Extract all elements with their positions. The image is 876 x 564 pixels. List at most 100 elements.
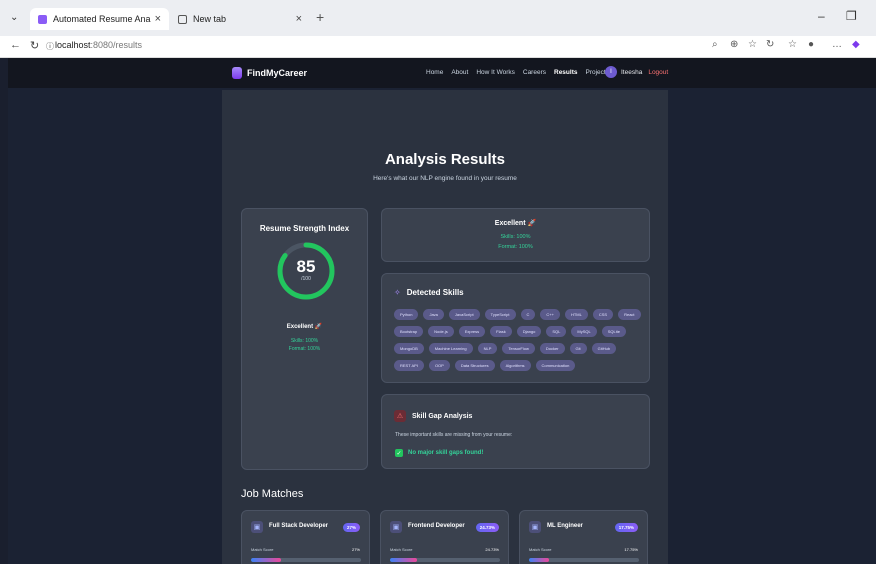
skill-chip-list: Python Java JavaScript TypeScript C C++ HTML CS… xyxy=(394,309,644,371)
match-badge: 27% xyxy=(342,523,360,532)
job-matches-title: Job Matches xyxy=(241,488,304,500)
strength-skills: Skills: 100% xyxy=(290,338,319,344)
strength-grade: Excellent 🚀 xyxy=(286,324,323,330)
score-value: 85 xyxy=(296,257,316,276)
browser-tab-bar: ⌄ Automated Resume Analysis & Sk × New t… xyxy=(0,0,876,36)
match-score-label: Match Score xyxy=(529,547,552,552)
gap-header: ⚠ Skill Gap Analysis xyxy=(394,410,472,422)
gap-title: Skill Gap Analysis xyxy=(412,412,473,420)
no-gaps-text: No major skill gaps found! xyxy=(408,450,484,456)
skill-chip: Node.js xyxy=(428,326,454,337)
url-host: localhost xyxy=(55,40,91,50)
address-bar: ← ↻ ⓘ localhost:8080/results ⌕ ⊕ ☆ ↻ ☆ ●… xyxy=(0,36,876,58)
skill-chip: MongoDB xyxy=(394,343,424,354)
new-tab-button[interactable]: + xyxy=(316,9,324,25)
match-score-label: Match Score xyxy=(251,547,274,552)
nav-how-it-works[interactable]: How It Works xyxy=(476,69,515,76)
new-tab-page-icon xyxy=(178,14,187,24)
refresh-alt-icon[interactable]: ↻ xyxy=(766,39,774,50)
app-navbar: FindMyCareer Home About How It Works Car… xyxy=(8,58,876,88)
match-score-value: 27% xyxy=(351,547,360,552)
score-max: /100 xyxy=(301,276,311,282)
skill-gap-card: ⚠ Skill Gap Analysis These important ski… xyxy=(381,394,650,469)
page-title: Analysis Results xyxy=(384,151,506,168)
minimize-button[interactable]: – xyxy=(818,9,825,23)
sparkle-icon: ✧ xyxy=(394,288,401,297)
job-card[interactable]: ▣ Full Stack Developer 27% Match Score 2… xyxy=(241,510,370,564)
more-menu-icon[interactable]: … xyxy=(832,39,842,50)
nav-careers[interactable]: Careers xyxy=(523,69,546,76)
tab-label: New tab xyxy=(193,14,227,24)
check-icon: ✓ xyxy=(395,449,403,457)
job-card[interactable]: ▣ ML Engineer 17.75% Match Score 17.75% xyxy=(519,510,648,564)
skill-chip: TypeScript xyxy=(484,309,516,320)
summary-format: Format: 100% xyxy=(498,244,533,250)
summary-skills: Skills: 100% xyxy=(500,234,531,240)
tab-automated-resume[interactable]: Automated Resume Analysis & Sk × xyxy=(30,8,169,30)
favorite-star-icon[interactable]: ☆ xyxy=(748,39,757,50)
match-progress-bar xyxy=(529,558,639,562)
summary-card: Excellent 🚀 Skills: 100% Format: 100% xyxy=(381,208,650,262)
site-info-icon[interactable]: ⓘ xyxy=(46,41,54,52)
match-score-value: 17.75% xyxy=(624,547,638,552)
url-field[interactable]: localhost:8080/results xyxy=(55,40,142,50)
job-name: Frontend Developer xyxy=(408,523,465,529)
briefcase-icon: ▣ xyxy=(251,521,263,533)
profile-icon[interactable]: ● xyxy=(808,39,814,50)
copilot-icon[interactable]: ◆ xyxy=(852,39,860,50)
match-progress-bar xyxy=(390,558,500,562)
no-gaps-message: ✓ No major skill gaps found! xyxy=(395,449,483,457)
brand-logo[interactable]: FindMyCareer xyxy=(232,67,307,79)
skill-chip: Django xyxy=(516,326,542,337)
strength-format: Format: 100% xyxy=(288,346,321,352)
restore-button[interactable]: ❐ xyxy=(846,9,857,23)
skills-header: ✧ Detected Skills xyxy=(394,288,464,297)
briefcase-icon: ▣ xyxy=(529,521,541,533)
tab-new-tab[interactable]: New tab × xyxy=(170,8,310,30)
job-name: ML Engineer xyxy=(547,523,583,529)
skill-chip: MySQL xyxy=(571,326,597,337)
skill-chip: Bootstrap xyxy=(394,326,424,337)
skill-chip: HTML xyxy=(564,309,588,320)
nav-about[interactable]: About xyxy=(451,69,468,76)
match-score-value: 24.73% xyxy=(485,547,499,552)
skills-title: Detected Skills xyxy=(406,288,464,297)
nav-results[interactable]: Results xyxy=(554,69,577,76)
skill-chip: OOP xyxy=(428,360,450,371)
url-path: :8080/results xyxy=(90,40,143,50)
back-arrow-icon[interactable]: ← xyxy=(10,39,21,51)
zoom-icon[interactable]: ⊕ xyxy=(730,39,738,50)
skill-chip: Communication xyxy=(535,360,576,371)
close-tab-icon[interactable]: × xyxy=(155,13,161,25)
skill-chip: Algorithms xyxy=(499,360,531,371)
nav-links: Home About How It Works Careers Results … xyxy=(426,69,609,76)
skill-chip: C++ xyxy=(540,309,560,320)
skill-chip: Git xyxy=(569,343,587,354)
page-subtitle: Here's what our NLP engine found in your… xyxy=(373,175,517,182)
skill-chip: GitHub xyxy=(591,343,617,354)
close-tab-icon[interactable]: × xyxy=(296,13,302,25)
favorites-icon[interactable]: ☆ xyxy=(788,39,797,50)
refresh-icon[interactable]: ↻ xyxy=(30,39,39,52)
skill-chip: Docker xyxy=(539,343,565,354)
web-page: FindMyCareer Home About How It Works Car… xyxy=(8,58,876,564)
app-favicon-icon xyxy=(38,14,47,24)
strength-card: Resume Strength Index 85 /100 Excellent … xyxy=(241,208,368,470)
skill-chip: Java xyxy=(423,309,444,320)
gap-description: These important skills are missing from … xyxy=(395,432,513,438)
match-progress-fill xyxy=(529,558,549,562)
skill-chip: Flask xyxy=(490,326,512,337)
skill-chip: React xyxy=(618,309,641,320)
tab-menu-icon[interactable]: ⌄ xyxy=(10,12,18,23)
user-menu[interactable]: I Iteesha Logout xyxy=(605,66,668,78)
detected-skills-card: ✧ Detected Skills Python Java JavaScript Ty… xyxy=(381,273,650,383)
match-score-label: Match Score xyxy=(390,547,413,552)
job-card[interactable]: ▣ Frontend Developer 24.73% Match Score … xyxy=(380,510,509,564)
logo-icon xyxy=(232,67,242,79)
skill-chip: C xyxy=(520,309,536,320)
tab-label: Automated Resume Analysis & Sk xyxy=(53,14,151,24)
nav-home[interactable]: Home xyxy=(426,69,443,76)
skill-chip: REST API xyxy=(394,360,424,371)
search-icon[interactable]: ⌕ xyxy=(712,39,718,50)
logout-link[interactable]: Logout xyxy=(648,69,668,76)
